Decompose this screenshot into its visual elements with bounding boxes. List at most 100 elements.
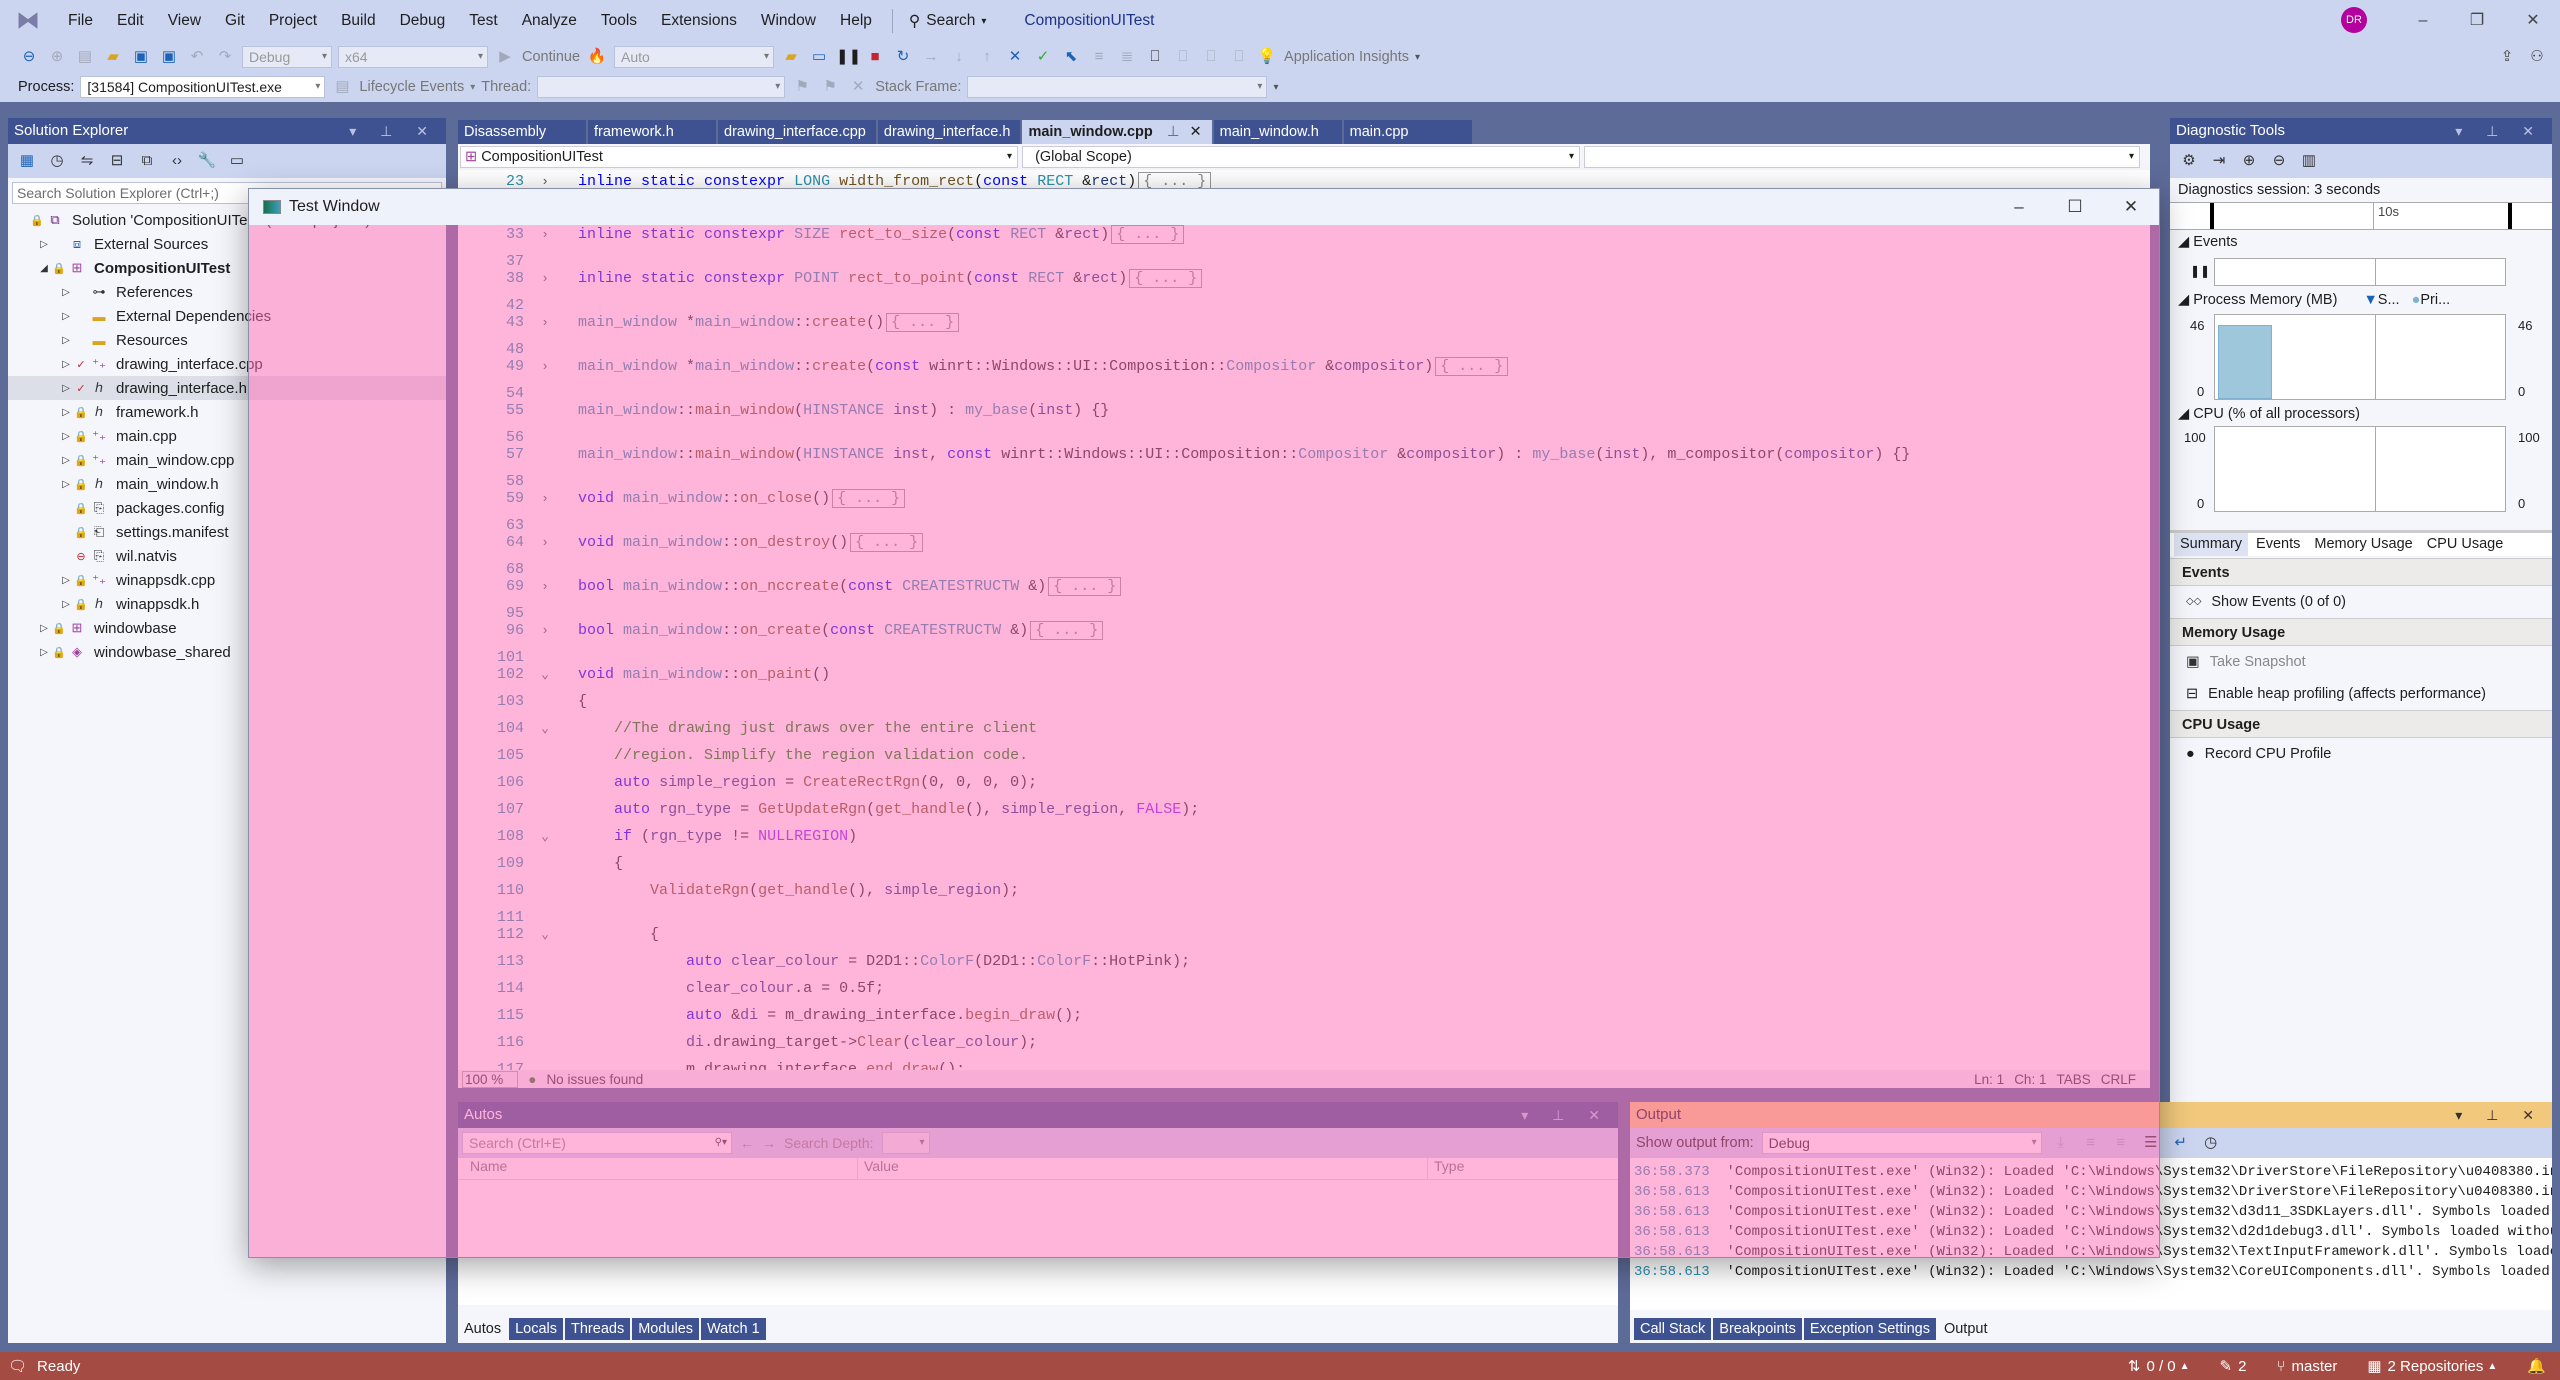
cpu-chart[interactable]: [2214, 426, 2506, 512]
test-window-titlebar[interactable]: Test Window – ☐ ✕: [249, 189, 2159, 225]
test-window-minimize-button[interactable]: –: [1991, 189, 2047, 225]
expander-icon[interactable]: ▷: [36, 647, 52, 658]
switch-views-icon[interactable]: ▦: [16, 150, 38, 172]
zoom-in-icon[interactable]: ⊕: [2238, 150, 2260, 172]
thread-select[interactable]: ▾: [537, 76, 786, 98]
events-chart[interactable]: [2214, 258, 2506, 286]
expander-icon[interactable]: ▷: [58, 359, 74, 370]
panel-controls[interactable]: ▾ ⊥ ✕: [2455, 1102, 2544, 1128]
diagnostic-tab[interactable]: CPU Usage: [2421, 533, 2510, 556]
document-tab[interactable]: main_window.cpp ⊥ ✕: [1022, 120, 1212, 144]
avatar[interactable]: DR: [2341, 7, 2367, 33]
step-over-icon[interactable]: ↓: [948, 46, 970, 68]
menu-extensions[interactable]: Extensions: [649, 12, 749, 30]
panel-tab[interactable]: Breakpoints: [1713, 1318, 1802, 1340]
menu-window[interactable]: Window: [749, 12, 828, 30]
sync-status[interactable]: 0 / 0: [2146, 1358, 2175, 1375]
pending-changes-icon[interactable]: ◷: [46, 150, 68, 172]
document-tab[interactable]: framework.h: [588, 120, 716, 144]
expander-icon[interactable]: ▷: [58, 479, 74, 490]
timeline-ruler[interactable]: 10s: [2170, 202, 2552, 230]
expander-icon[interactable]: ▷: [58, 287, 74, 298]
member-select[interactable]: ▾: [1584, 146, 2140, 168]
configuration-select[interactable]: Debug ▾: [242, 46, 332, 68]
document-tab[interactable]: drawing_interface.cpp: [718, 120, 876, 144]
document-tab[interactable]: drawing_interface.h: [877, 120, 1021, 144]
panel-tab[interactable]: Modules: [632, 1318, 700, 1340]
pin-icon[interactable]: ⊥: [1167, 124, 1180, 140]
repositories-button[interactable]: 2 Repositories: [2388, 1358, 2484, 1375]
expander-icon[interactable]: ▷: [58, 455, 74, 466]
next-bookmark-icon[interactable]: ⎕: [1200, 46, 1222, 68]
stack-icon[interactable]: ✕: [847, 76, 869, 98]
diagnostic-tab[interactable]: Memory Usage: [2308, 533, 2418, 556]
view-code-icon[interactable]: ‹›: [166, 150, 188, 172]
zoom-out-icon[interactable]: ⊖: [2268, 150, 2290, 172]
document-tab[interactable]: main_window.h: [1213, 120, 1342, 144]
properties-icon[interactable]: 🔧: [196, 150, 218, 172]
pause-icon[interactable]: ❚❚: [2190, 264, 2210, 278]
bookmark-icon[interactable]: ⎕: [1144, 46, 1166, 68]
timeline-start-handle[interactable]: [2210, 203, 2214, 229]
chevron-down-icon[interactable]: ▾: [1415, 52, 1420, 63]
settings-gear-icon[interactable]: ⚙: [2178, 150, 2200, 172]
word-wrap-icon[interactable]: ↵: [2170, 1132, 2192, 1154]
collapse-all-icon[interactable]: ⊟: [106, 150, 128, 172]
expander-icon[interactable]: ▷: [58, 383, 74, 394]
new-project-icon[interactable]: ▤: [74, 46, 96, 68]
panel-tab[interactable]: Locals: [509, 1318, 564, 1340]
continue-button[interactable]: Continue: [522, 49, 580, 65]
menu-view[interactable]: View: [156, 12, 213, 30]
preview-icon[interactable]: ▭: [226, 150, 248, 172]
test-window-maximize-button[interactable]: ☐: [2047, 189, 2103, 225]
menu-project[interactable]: Project: [257, 12, 329, 30]
threads-icon[interactable]: ✕: [1004, 46, 1026, 68]
menu-build[interactable]: Build: [329, 12, 387, 30]
export-icon[interactable]: ⇥: [2208, 150, 2230, 172]
timestamp-icon[interactable]: ◷: [2200, 1132, 2222, 1154]
hot-reload-icon[interactable]: 🔥: [586, 46, 608, 68]
auto-select[interactable]: Auto ▾: [614, 46, 775, 68]
redo-icon[interactable]: ↷: [214, 46, 236, 68]
clear-bookmarks-icon[interactable]: ⎕: [1228, 46, 1250, 68]
project-select[interactable]: ⊞ CompositionUITest ▾: [460, 146, 1018, 168]
expander-icon[interactable]: ▷: [58, 335, 74, 346]
undo-icon[interactable]: ↶: [186, 46, 208, 68]
stack-frame-select[interactable]: ▾: [967, 76, 1268, 98]
live-share-icon[interactable]: ⇪: [2496, 46, 2518, 68]
menu-help[interactable]: Help: [828, 12, 884, 30]
feedback-icon[interactable]: ⚇: [2526, 46, 2548, 68]
expander-icon[interactable]: ▷: [58, 407, 74, 418]
take-snapshot-button[interactable]: ▣ Take Snapshot: [2170, 646, 2552, 678]
output-line[interactable]: 36:58.613 'CompositionUITest.exe' (Win32…: [1630, 1262, 2552, 1282]
indent-icon[interactable]: ≣: [1116, 46, 1138, 68]
step-out-icon[interactable]: ↑: [976, 46, 998, 68]
expander-icon[interactable]: ◢: [36, 263, 52, 274]
restart-icon[interactable]: ↻: [892, 46, 914, 68]
process-select[interactable]: [31584] CompositionUITest.exe ▾: [80, 76, 326, 98]
document-tab[interactable]: main.cpp: [1343, 120, 1472, 144]
heap-profiling-toggle[interactable]: ⊟ Enable heap profiling (affects performa…: [2170, 678, 2552, 710]
open-file-icon[interactable]: ▰: [102, 46, 124, 68]
show-all-files-icon[interactable]: ⧉: [136, 150, 158, 172]
expander-icon[interactable]: ▷: [58, 431, 74, 442]
platform-select[interactable]: x64 ▾: [338, 46, 488, 68]
panel-controls[interactable]: ▾ ⊥ ✕: [2455, 118, 2544, 144]
panel-tab[interactable]: Call Stack: [1634, 1318, 1712, 1340]
timeline-end-handle[interactable]: [2508, 203, 2512, 229]
menu-test[interactable]: Test: [457, 12, 509, 30]
menu-debug[interactable]: Debug: [388, 12, 458, 30]
spell-check-icon[interactable]: ✓: [1032, 46, 1054, 68]
document-tab[interactable]: Disassembly: [458, 120, 586, 144]
panel-tab[interactable]: Exception Settings: [1803, 1318, 1936, 1340]
show-events-link[interactable]: ◇◇ Show Events (0 of 0): [2170, 586, 2552, 618]
application-insights-button[interactable]: Application Insights: [1284, 49, 1409, 65]
menu-analyze[interactable]: Analyze: [510, 12, 589, 30]
sync-icon[interactable]: ⇋: [76, 150, 98, 172]
lifecycle-events-button[interactable]: Lifecycle Events: [359, 79, 464, 95]
search-button[interactable]: ⚲ Search ▾: [901, 12, 995, 31]
menu-edit[interactable]: Edit: [105, 12, 156, 30]
menu-tools[interactable]: Tools: [589, 12, 649, 30]
close-button[interactable]: ✕: [2510, 0, 2556, 42]
diagnostic-tab[interactable]: Summary: [2174, 533, 2249, 556]
